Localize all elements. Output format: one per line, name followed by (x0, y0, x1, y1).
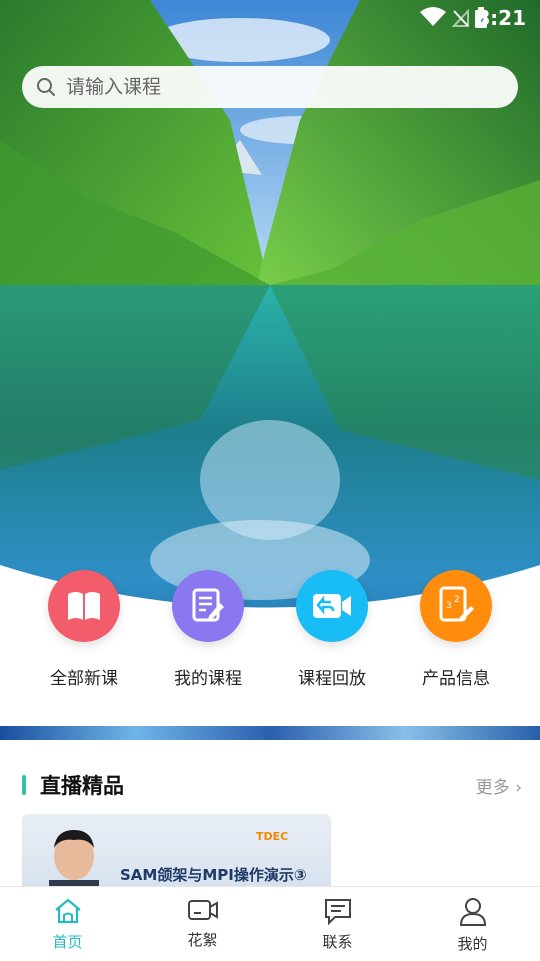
home-icon (53, 898, 83, 929)
quick-item-my-courses[interactable]: 我的课程 (148, 570, 268, 689)
tab-contact[interactable]: 联系 (270, 897, 405, 952)
tab-label: 我的 (457, 935, 488, 953)
tab-label: 联系 (322, 933, 353, 951)
live-course-card[interactable]: TDEC SAM颌架与MPI操作演示③ (22, 814, 331, 894)
tab-mine[interactable]: 我的 (405, 897, 540, 954)
tab-highlights[interactable]: 花絮 (135, 897, 270, 950)
svg-text:3: 3 (446, 601, 452, 611)
tab-home[interactable]: 首页 (0, 897, 135, 952)
brand-logo: TDEC (256, 830, 289, 843)
section-accent-bar (22, 775, 26, 795)
quick-item-label: 课程回放 (298, 669, 366, 689)
signal-icon (451, 8, 470, 31)
message-icon (323, 899, 353, 929)
status-time: 8:21 (476, 6, 526, 30)
section-title: 直播精品 (40, 774, 124, 798)
video-icon (187, 900, 219, 927)
replay-video-icon (296, 570, 368, 642)
search-bar[interactable] (22, 66, 518, 108)
user-icon (459, 898, 487, 931)
live-section-header: 直播精品 更多 › (22, 770, 522, 802)
tab-label: 首页 (52, 933, 83, 951)
quick-item-product-info[interactable]: 32 产品信息 (396, 570, 516, 689)
quick-item-label: 我的课程 (174, 669, 242, 689)
wifi-icon (420, 7, 446, 31)
status-bar: 8:21 (0, 0, 540, 36)
search-input[interactable] (64, 75, 488, 99)
quick-menu: 全部新课 我的课程 课程回放 32 产品信息 (0, 570, 540, 710)
book-icon (48, 570, 120, 642)
search-icon (36, 77, 56, 97)
svg-text:2: 2 (454, 595, 460, 605)
card-title: SAM颌架与MPI操作演示③ (120, 866, 307, 884)
more-link[interactable]: 更多 › (476, 773, 522, 798)
promo-strip[interactable] (0, 726, 540, 740)
instructor-avatar (44, 828, 104, 894)
quick-item-label: 全部新课 (50, 669, 118, 689)
quick-item-course-replay[interactable]: 课程回放 (272, 570, 392, 689)
quick-item-label: 产品信息 (422, 669, 490, 689)
bottom-tab-bar: 首页 花絮 联系 我的 (0, 886, 540, 961)
edit-note-icon (172, 570, 244, 642)
tab-label: 花絮 (187, 931, 218, 949)
product-doc-icon: 32 (420, 570, 492, 642)
quick-item-all-new-courses[interactable]: 全部新课 (24, 570, 144, 689)
